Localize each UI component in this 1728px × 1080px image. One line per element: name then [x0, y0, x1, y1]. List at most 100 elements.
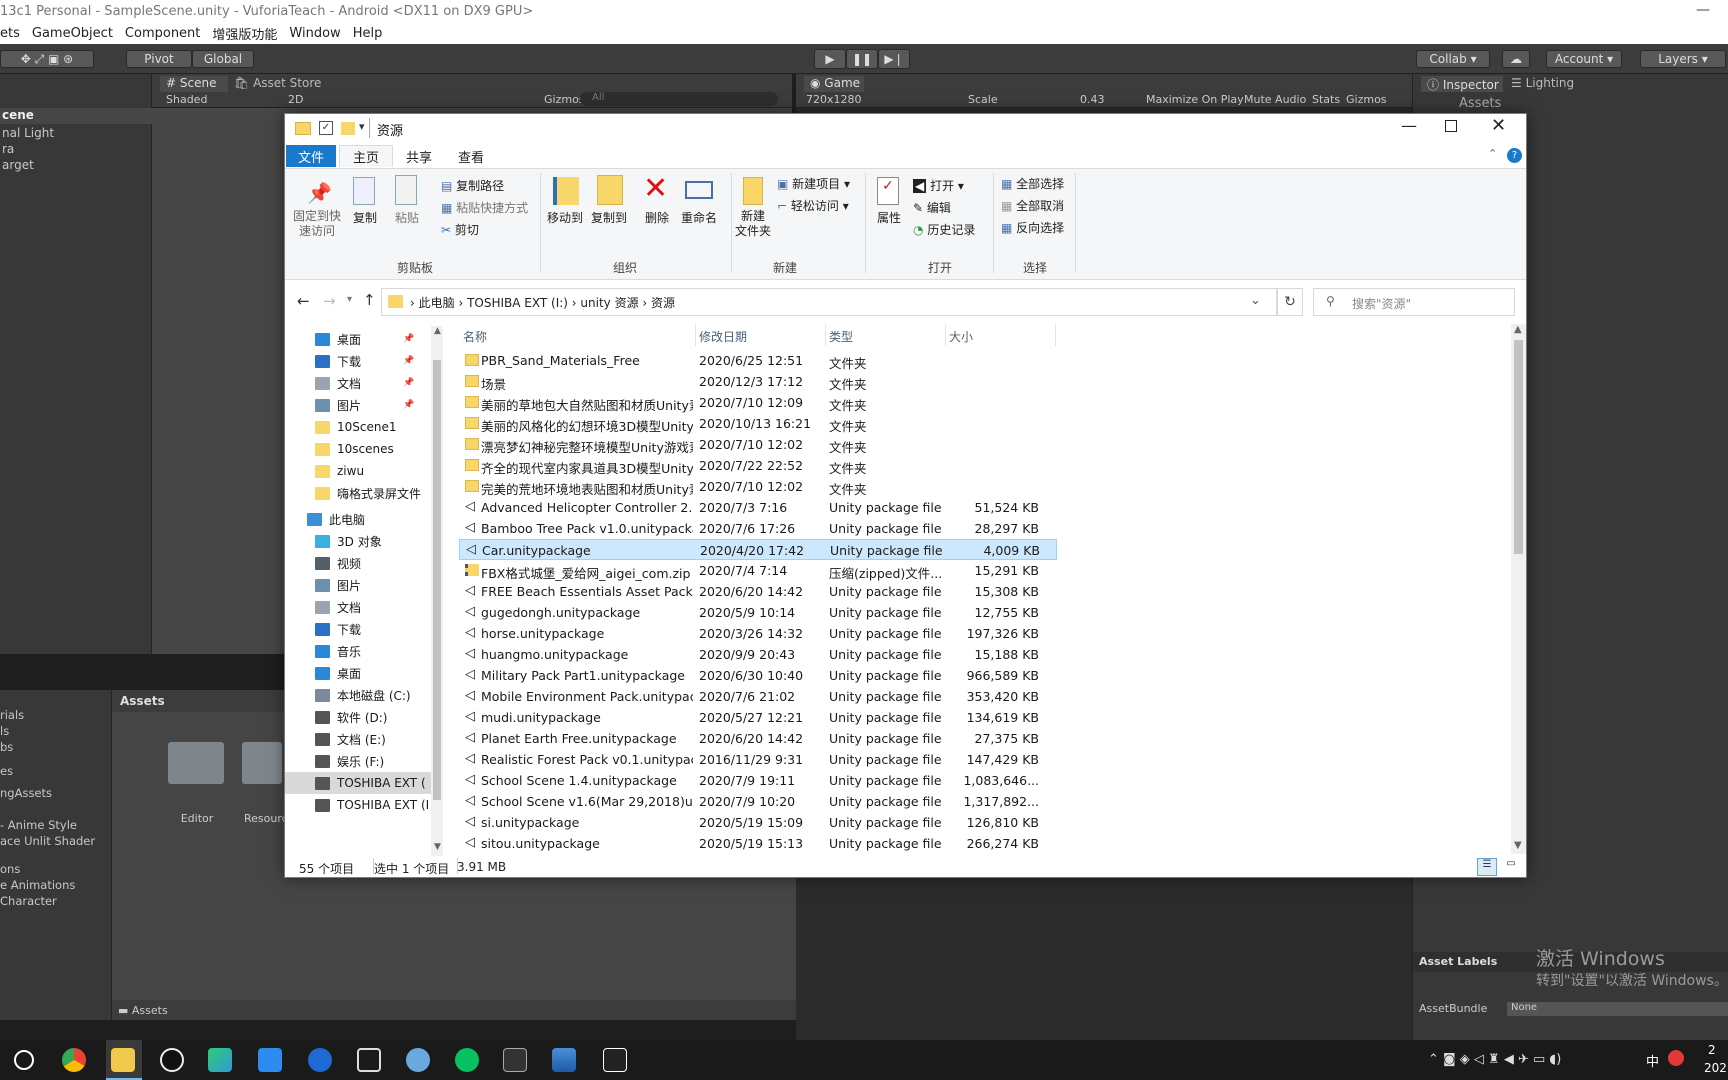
transform-tools[interactable]: ✥ ⤢ ▣ ⊛	[0, 50, 94, 68]
tab-asset-store[interactable]: 🛍 Asset Store	[234, 76, 321, 90]
nav-item[interactable]: 桌面 📌	[315, 328, 414, 350]
nav-item[interactable]: 下载	[315, 618, 361, 640]
project-tree-item[interactable]: ls	[0, 724, 9, 738]
cut-button[interactable]: ✂ 剪切	[441, 221, 479, 238]
pause-button[interactable]: ❚❚	[846, 49, 878, 69]
nav-item[interactable]: 10Scene1	[315, 416, 397, 438]
file-row[interactable]: ◁ School Scene v1.6(Mar 29,2018)u5.6.... 2…	[459, 791, 1057, 812]
crumb-resources[interactable]: 资源	[651, 296, 675, 310]
search-input[interactable]: 搜索"资源"	[1352, 295, 1411, 312]
nav-item[interactable]: 文档	[315, 596, 361, 618]
nav-scrollbar[interactable]: ▲ ▼	[431, 326, 443, 856]
menu-assets[interactable]: ets	[0, 26, 32, 41]
tab-share[interactable]: 共享	[393, 145, 445, 167]
file-row[interactable]: ◁ huangmo.unitypackage 2020/9/9 20:43 Unity…	[459, 644, 1057, 665]
nav-item[interactable]: 娱乐 (F:)	[315, 750, 384, 772]
nav-item[interactable]: 文档 📌	[315, 372, 414, 394]
help-icon[interactable]: ?	[1507, 148, 1522, 163]
file-row[interactable]: ◁ si.unitypackage 2020/5/19 15:09 Unity pac…	[459, 812, 1057, 833]
menu-window[interactable]: Window	[289, 26, 352, 41]
tab-lighting[interactable]: ☰ Lighting	[1511, 76, 1574, 90]
tab-view[interactable]: 查看	[445, 145, 497, 167]
nav-scroll-thumb[interactable]	[433, 360, 441, 800]
file-row[interactable]: ◁ FREE Beach Essentials Asset Pack.unit..…	[459, 581, 1057, 602]
column-type[interactable]: 类型	[829, 328, 853, 345]
asset-bundle-dropdown[interactable]: None	[1507, 1002, 1728, 1016]
menu-help[interactable]: Help	[353, 26, 395, 41]
pin-quick-access-button[interactable]: 固定到快 速访问	[293, 209, 341, 239]
nav-item[interactable]: 此电脑	[307, 508, 365, 530]
new-folder-button[interactable]: 新建 文件夹	[735, 209, 771, 239]
hierarchy-item[interactable]: arget	[2, 158, 34, 172]
game-gizmos-dropdown[interactable]: Gizmos	[1346, 93, 1387, 106]
file-row[interactable]: 美丽的风格化的幻想环境3D模型Unity素... 2020/10/13 16:21…	[459, 413, 1057, 434]
file-row[interactable]: 场景 2020/12/3 17:12 文件夹	[459, 371, 1057, 392]
history-button[interactable]: ◔ 历史记录	[913, 221, 975, 238]
menu-gameobject[interactable]: GameObject	[32, 26, 125, 41]
refresh-icon[interactable]: ↻	[1277, 288, 1303, 316]
project-tree-item[interactable]: ngAssets	[0, 786, 52, 800]
nav-scroll-up-icon[interactable]: ▲	[434, 326, 441, 336]
media-player-icon[interactable]	[208, 1048, 232, 1072]
nav-item[interactable]: ziwu	[315, 460, 364, 482]
invert-selection-button[interactable]: ▦ 反向选择	[1001, 219, 1064, 236]
pin-icon[interactable]: 📌	[403, 356, 414, 366]
ime-indicator[interactable]: 中	[1646, 1051, 1659, 1070]
paste-shortcut-button[interactable]: ▦ 粘贴快捷方式	[441, 199, 528, 216]
nav-item[interactable]: 文档 (E:)	[315, 728, 386, 750]
file-row[interactable]: ◁ Advanced Helicopter Controller 2.0.2...…	[459, 497, 1057, 518]
nav-item[interactable]: 图片 📌	[315, 394, 414, 416]
project-tree-item[interactable]: ace Unlit Shader	[0, 834, 95, 848]
nav-item[interactable]: 软件 (D:)	[315, 706, 387, 728]
select-none-button[interactable]: ▦ 全部取消	[1001, 197, 1064, 214]
file-row[interactable]: ◁ Car.unitypackage 2020/4/20 17:42 Unity pa…	[459, 539, 1057, 560]
chrome-icon[interactable]	[62, 1048, 86, 1072]
forward-arrow-icon[interactable]: →	[323, 292, 336, 310]
unity-editor-icon[interactable]	[603, 1048, 627, 1072]
pin-icon[interactable]: 📌	[403, 334, 414, 344]
rename-button[interactable]: 重命名	[681, 209, 717, 226]
quick-access-dropdown-icon[interactable]: ▾	[359, 120, 365, 133]
pivot-button[interactable]: Pivot	[126, 50, 192, 68]
edit-button[interactable]: ✎ 编辑	[913, 199, 951, 216]
project-tree-item[interactable]: e Animations	[0, 878, 75, 892]
play-button[interactable]: ▶	[814, 49, 846, 69]
nav-item[interactable]: 下载 📌	[315, 350, 414, 372]
copy-button[interactable]: 复制	[353, 209, 377, 226]
file-row[interactable]: 漂亮梦幻神秘完整环境模型Unity游戏素... 2020/7/10 12:02 文件…	[459, 434, 1057, 455]
folder-resources[interactable]: Resourc	[244, 812, 288, 825]
ribbon-collapse-icon[interactable]: ⌃	[1488, 147, 1497, 160]
file-row[interactable]: 齐全的现代室内家具道具3D模型Unity游... 2020/7/22 22:52 文…	[459, 455, 1057, 476]
photos-icon[interactable]	[552, 1048, 576, 1072]
maximize-on-play-toggle[interactable]: Maximize On Play	[1146, 93, 1244, 106]
window-close-icon[interactable]: —	[1696, 2, 1710, 18]
project-tree-item[interactable]: ons	[0, 862, 20, 876]
file-row[interactable]: ◁ Bamboo Tree Pack v1.0.unitypackage 2020/…	[459, 518, 1057, 539]
menu-enhanced[interactable]: 增强版功能	[212, 24, 289, 43]
back-arrow-icon[interactable]: ←	[297, 292, 310, 310]
tab-game[interactable]: ◉ Game	[804, 76, 864, 92]
nav-item[interactable]: 视频	[315, 552, 361, 574]
account-button[interactable]: Account ▾	[1546, 50, 1622, 68]
properties-button[interactable]: 属性	[877, 209, 901, 226]
column-date[interactable]: 修改日期	[699, 328, 747, 345]
recent-dropdown-icon[interactable]: ▾	[347, 294, 352, 305]
column-size[interactable]: 大小	[949, 328, 973, 345]
properties-quick-icon[interactable]: ✓	[319, 121, 333, 135]
maximize-button[interactable]	[1445, 120, 1457, 132]
hierarchy-item[interactable]: nal Light	[2, 126, 54, 140]
file-row[interactable]: ◁ Planet Earth Free.unitypackage 2020/6/20…	[459, 728, 1057, 749]
shaded-dropdown[interactable]: Shaded	[166, 93, 207, 106]
app-network-icon[interactable]	[406, 1048, 430, 1072]
wechat-icon[interactable]	[455, 1048, 479, 1072]
clock-time[interactable]: 2	[1708, 1043, 1716, 1057]
up-arrow-icon[interactable]: ↑	[363, 291, 376, 309]
nav-item[interactable]: 本地磁盘 (C:)	[315, 684, 411, 706]
address-bar[interactable]: › 此电脑 › TOSHIBA EXT (I:) › unity 资源 › 资源…	[381, 288, 1277, 316]
scene-search-input[interactable]: All	[580, 92, 778, 106]
nav-item[interactable]: TOSHIBA EXT (	[285, 772, 435, 794]
file-row[interactable]: PBR_Sand_Materials_Free 2020/6/25 12:51 文件…	[459, 350, 1057, 371]
system-tray-icons[interactable]: ⌃ ◙ ◈ ◁ ♜ ◀ ✈ ▭ ◖)	[1428, 1052, 1561, 1067]
app-u-icon[interactable]	[258, 1048, 282, 1072]
2d-toggle[interactable]: 2D	[288, 93, 303, 106]
